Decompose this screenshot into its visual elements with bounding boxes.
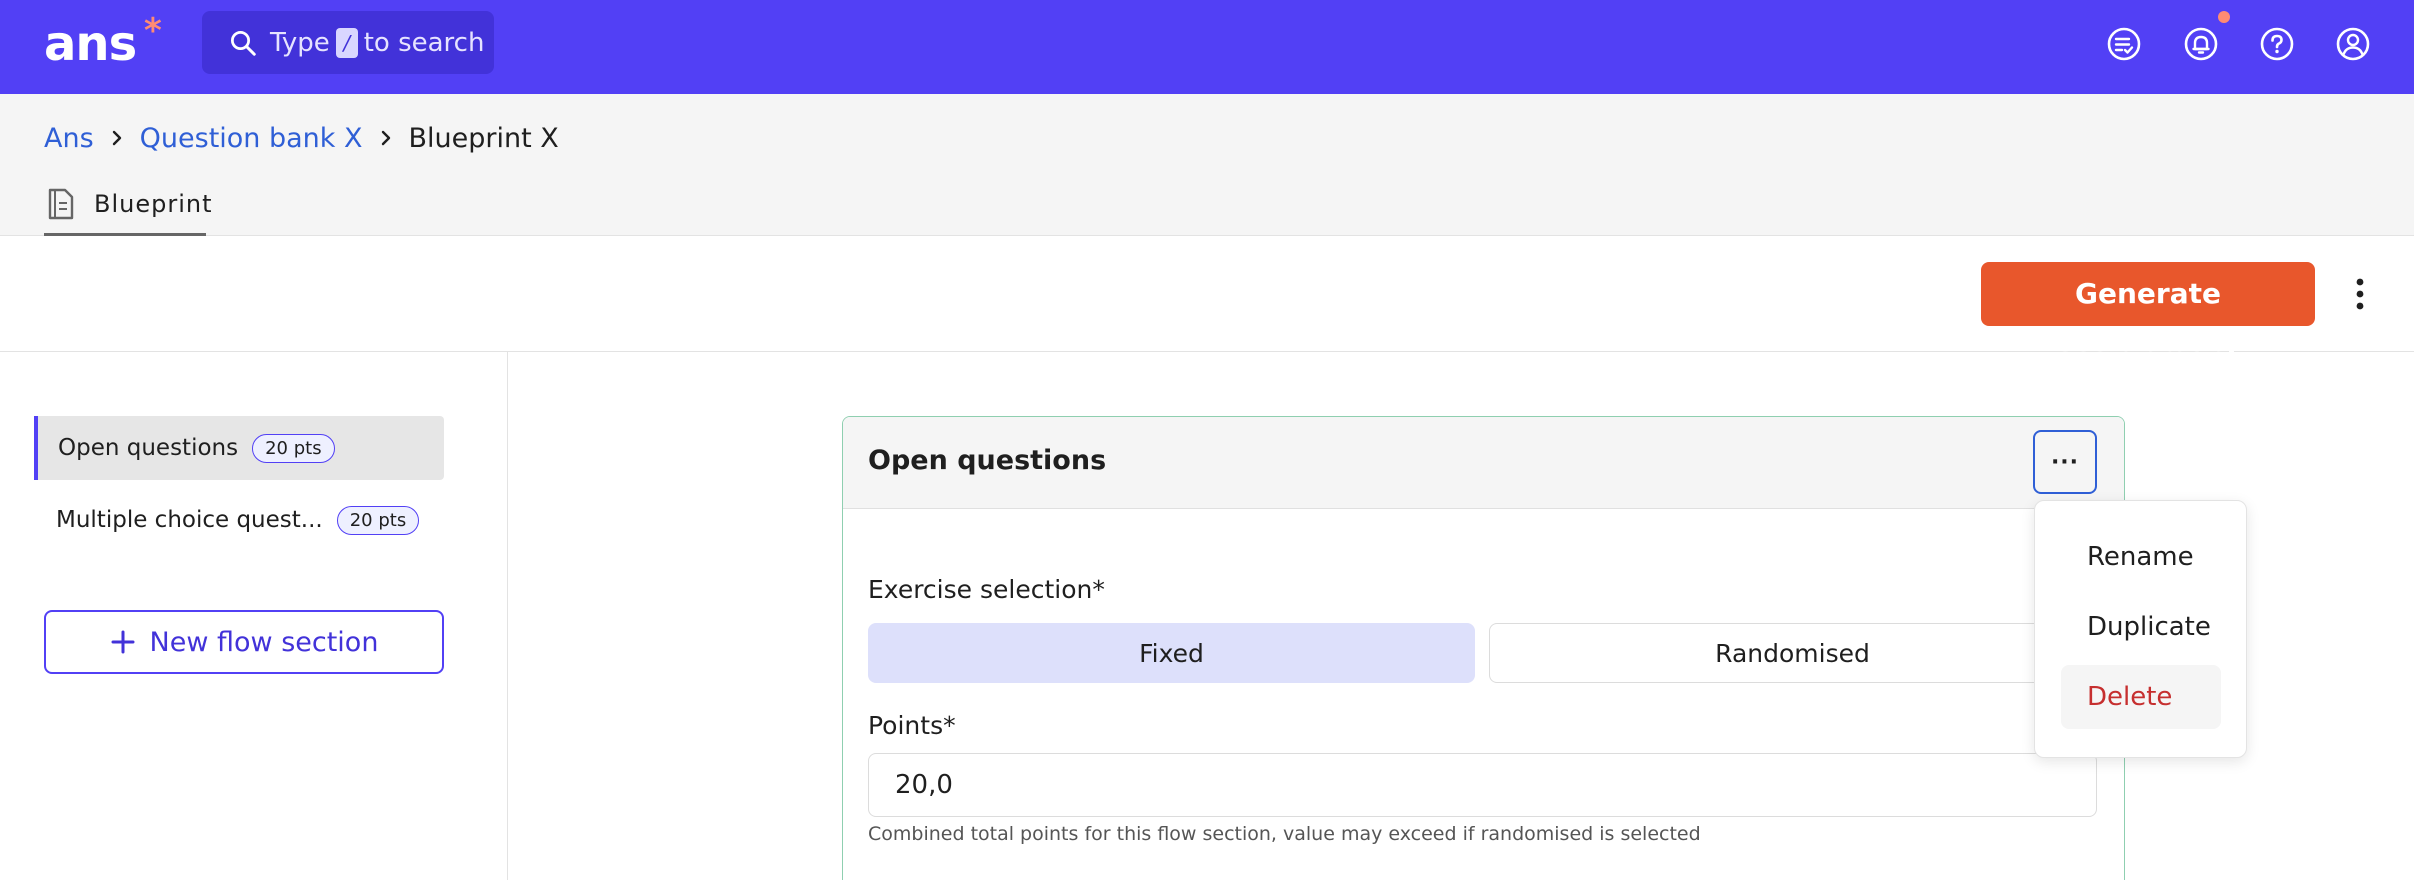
document-icon xyxy=(48,188,74,220)
card-header: Open questions xyxy=(843,417,2124,509)
points-badge: 20 pts xyxy=(336,505,420,535)
tab-blueprint[interactable]: Blueprint xyxy=(44,184,212,236)
breadcrumb-current: Blueprint X xyxy=(408,122,559,154)
fixed-option-button[interactable]: Fixed xyxy=(868,623,1475,683)
logo[interactable]: ans xyxy=(44,14,137,74)
flow-section-label: Multiple choice quest... xyxy=(56,507,323,533)
plus-icon xyxy=(111,630,135,654)
notification-dot xyxy=(2218,11,2230,23)
points-input[interactable]: 20,0 xyxy=(868,753,2097,817)
sub-header xyxy=(0,94,2414,236)
chevron-right-icon xyxy=(379,129,393,147)
user-icon[interactable] xyxy=(2333,24,2373,64)
search-icon xyxy=(231,30,256,56)
new-flow-section-button[interactable]: New flow section xyxy=(44,610,444,674)
search-text-after: to search xyxy=(363,27,485,58)
section-options-menu: Rename Duplicate Delete xyxy=(2034,500,2247,758)
search-shortcut-key: / xyxy=(335,27,358,58)
card-title: Open questions xyxy=(868,445,1107,476)
help-icon[interactable] xyxy=(2257,24,2297,64)
randomised-option-button[interactable]: Randomised xyxy=(1489,623,2096,683)
generate-assignment-button[interactable]: Generate assignment xyxy=(1981,262,2315,374)
assignment-check-icon[interactable] xyxy=(2104,24,2144,64)
flow-section-item-open-questions[interactable]: Open questions 20 pts xyxy=(34,416,444,480)
points-label: Points* xyxy=(868,711,956,740)
points-hint: Combined total points for this flow sect… xyxy=(868,823,1701,845)
chevron-right-icon xyxy=(110,129,124,147)
flow-section-label: Open questions xyxy=(58,435,239,461)
breadcrumb-ans-link[interactable]: Ans xyxy=(44,123,94,154)
new-flow-section-label: New flow section xyxy=(149,626,379,658)
flow-section-item-multiple-choice[interactable]: Multiple choice quest... 20 pts xyxy=(56,500,420,540)
bell-icon[interactable] xyxy=(2181,24,2221,64)
points-badge: 20 pts xyxy=(252,433,335,463)
search-bar[interactable]: Type / to search xyxy=(202,11,494,74)
tab-label: Blueprint xyxy=(94,190,213,218)
menu-item-duplicate[interactable]: Duplicate xyxy=(2061,595,2221,659)
logo-mark: * xyxy=(144,11,162,51)
menu-item-delete[interactable]: Delete xyxy=(2061,665,2221,729)
menu-item-rename[interactable]: Rename xyxy=(2061,525,2221,589)
breadcrumb: Ans Question bank X Blueprint X xyxy=(44,120,559,156)
breadcrumb-question-bank-link[interactable]: Question bank X xyxy=(140,123,363,154)
more-horizontal-button[interactable]: ··· xyxy=(2033,430,2097,494)
exercise-selection-label: Exercise selection* xyxy=(868,575,1105,604)
search-text-before: Type xyxy=(270,27,330,58)
more-vertical-icon[interactable] xyxy=(2348,274,2372,314)
